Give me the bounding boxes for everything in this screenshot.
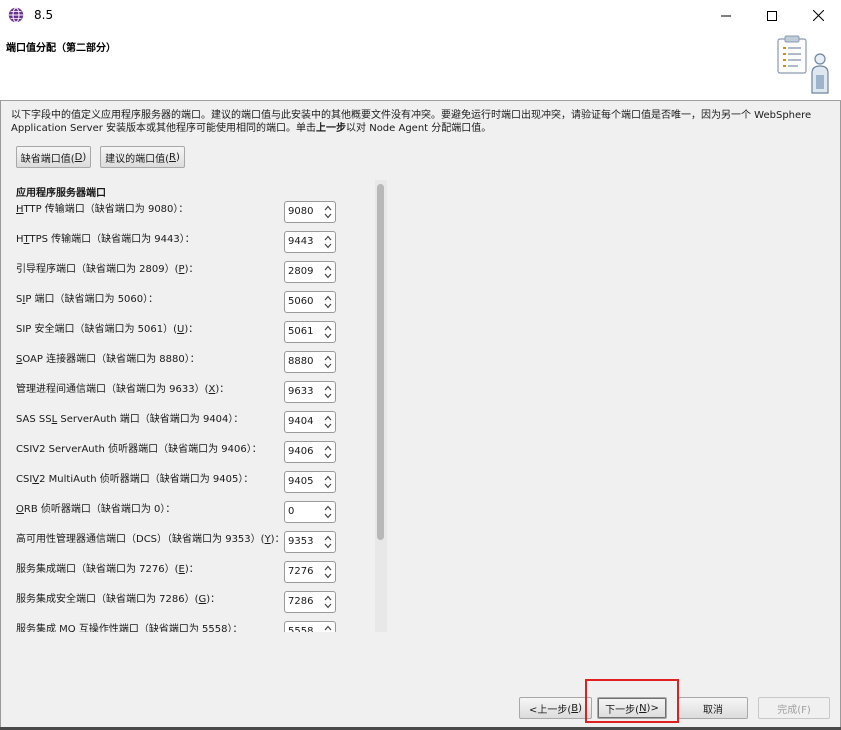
spinner-arrows-icon[interactable] bbox=[323, 323, 333, 341]
scrollbar-thumb[interactable] bbox=[377, 184, 384, 540]
spinner-arrows-icon[interactable] bbox=[323, 293, 333, 311]
port-label: SIP 端口（缺省端口为 5060）： bbox=[16, 294, 159, 305]
port-spinner[interactable]: 9080 bbox=[284, 201, 336, 223]
port-label: SAS SSL ServerAuth 端口（缺省端口为 9404）： bbox=[16, 414, 244, 425]
spinner-arrows-icon[interactable] bbox=[323, 593, 333, 611]
port-label: CSIV2 ServerAuth 侦听器端口（缺省端口为 9406）： bbox=[16, 444, 262, 455]
port-row: 引导程序端口（缺省端口为 2809）(P)： 2809 bbox=[0, 261, 372, 285]
port-value[interactable]: 0 bbox=[288, 506, 294, 517]
section-title: 应用程序服务器端口 bbox=[16, 188, 106, 199]
port-row: 服务集成安全端口（缺省端口为 7286）(G)： 7286 bbox=[0, 591, 372, 615]
port-spinner[interactable]: 9404 bbox=[284, 411, 336, 433]
title-bar: 8.5 bbox=[0, 0, 841, 31]
port-spinner[interactable]: 8880 bbox=[284, 351, 336, 373]
port-value[interactable]: 5060 bbox=[288, 296, 313, 307]
port-value[interactable]: 9404 bbox=[288, 416, 313, 427]
spinner-arrows-icon[interactable] bbox=[323, 383, 333, 401]
back-button[interactable]: <上一步(B) bbox=[519, 697, 592, 719]
port-value[interactable]: 2809 bbox=[288, 266, 313, 277]
port-label: 引导程序端口（缺省端口为 2809）(P)： bbox=[16, 264, 199, 275]
spinner-arrows-icon[interactable] bbox=[323, 623, 333, 632]
port-spinner[interactable]: 9405 bbox=[284, 471, 336, 493]
spinner-arrows-icon[interactable] bbox=[323, 533, 333, 551]
spinner-arrows-icon[interactable] bbox=[323, 263, 333, 281]
port-spinner[interactable]: 9443 bbox=[284, 231, 336, 253]
port-label: 服务集成 MQ 互操作性端口（缺省端口为 5558）： bbox=[16, 624, 243, 632]
close-icon bbox=[812, 10, 824, 21]
port-row: SIP 安全端口（缺省端口为 5061）(U)： 5061 bbox=[0, 321, 372, 345]
port-row: 服务集成 MQ 互操作性端口（缺省端口为 5558）： 5558 bbox=[0, 621, 372, 632]
port-spinner[interactable]: 5060 bbox=[284, 291, 336, 313]
port-spinner[interactable]: 2809 bbox=[284, 261, 336, 283]
wizard-header: 端口值分配（第二部分） bbox=[0, 31, 841, 101]
wizard-clipboard-person-icon bbox=[777, 35, 829, 94]
port-value[interactable]: 9633 bbox=[288, 386, 313, 397]
port-list: HTTP 传输端口（缺省端口为 9080）： 9080 HTTPS 传输端口（缺省端… bbox=[0, 198, 372, 632]
port-row: 服务集成端口（缺省端口为 7276）(E)： 7276 bbox=[0, 561, 372, 585]
spinner-arrows-icon[interactable] bbox=[323, 233, 333, 251]
port-spinner[interactable]: 5061 bbox=[284, 321, 336, 343]
port-row: 管理进程间通信端口（缺省端口为 9633）(X)： 9633 bbox=[0, 381, 372, 405]
port-value[interactable]: 7286 bbox=[288, 596, 313, 607]
port-label: 服务集成端口（缺省端口为 7276）(E)： bbox=[16, 564, 199, 575]
finish-button: 完成(F) bbox=[758, 697, 830, 719]
port-value[interactable]: 9443 bbox=[288, 236, 313, 247]
port-label: HTTPS 传输端口（缺省端口为 9443）： bbox=[16, 234, 195, 245]
port-spinner[interactable]: 9406 bbox=[284, 441, 336, 463]
maximize-icon bbox=[767, 10, 777, 21]
port-spinner[interactable]: 9633 bbox=[284, 381, 336, 403]
port-value[interactable]: 9405 bbox=[288, 476, 313, 487]
page-title: 端口值分配（第二部分） bbox=[6, 43, 116, 54]
cancel-button[interactable]: 取消 bbox=[678, 697, 748, 719]
port-row: SOAP 连接器端口（缺省端口为 8880）： 8880 bbox=[0, 351, 372, 375]
spinner-arrows-icon[interactable] bbox=[323, 203, 333, 221]
spinner-arrows-icon[interactable] bbox=[323, 473, 333, 491]
port-row: 高可用性管理器通信端口（DCS）（缺省端口为 9353）(Y)： 9353 bbox=[0, 531, 372, 555]
spinner-arrows-icon[interactable] bbox=[323, 443, 333, 461]
port-value[interactable]: 7276 bbox=[288, 566, 313, 577]
port-label: 管理进程间通信端口（缺省端口为 9633）(X)： bbox=[16, 384, 230, 395]
port-value[interactable]: 9080 bbox=[288, 206, 313, 217]
port-row: HTTPS 传输端口（缺省端口为 9443）： 9443 bbox=[0, 231, 372, 255]
port-label: SIP 安全端口（缺省端口为 5061）(U)： bbox=[16, 324, 199, 335]
port-row: CSIV2 ServerAuth 侦听器端口（缺省端口为 9406）： 9406 bbox=[0, 441, 372, 465]
port-row: HTTP 传输端口（缺省端口为 9080）： 9080 bbox=[0, 201, 372, 225]
maximize-button[interactable] bbox=[749, 0, 795, 31]
port-spinner[interactable]: 7276 bbox=[284, 561, 336, 583]
port-value[interactable]: 9406 bbox=[288, 446, 313, 457]
recommended-ports-button[interactable]: 建议的端口值(R) bbox=[100, 146, 185, 168]
page-description: 以下字段中的值定义应用程序服务器的端口。建议的端口值与此安装中的其他概要文件没有… bbox=[11, 110, 812, 134]
port-spinner[interactable]: 0 bbox=[284, 501, 336, 523]
port-label: 高可用性管理器通信端口（DCS）（缺省端口为 9353）(Y)： bbox=[16, 534, 285, 545]
port-row: ORB 侦听器端口（缺省端口为 0）： 0 bbox=[0, 501, 372, 525]
spinner-arrows-icon[interactable] bbox=[323, 563, 333, 581]
port-row: CSIV2 MultiAuth 侦听器端口（缺省端口为 9405）： 9405 bbox=[0, 471, 372, 495]
window-title: 8.5 bbox=[34, 8, 54, 22]
port-label: 服务集成安全端口（缺省端口为 7286）(G)： bbox=[16, 594, 221, 605]
spinner-arrows-icon[interactable] bbox=[323, 353, 333, 371]
next-button[interactable]: 下一步(N)> bbox=[597, 697, 667, 719]
websphere-globe-icon bbox=[8, 7, 24, 23]
minimize-icon bbox=[721, 15, 731, 16]
minimize-button[interactable] bbox=[703, 0, 749, 31]
close-button[interactable] bbox=[795, 0, 841, 31]
port-value[interactable]: 8880 bbox=[288, 356, 313, 367]
default-ports-button[interactable]: 缺省端口值(D) bbox=[16, 146, 91, 168]
port-value[interactable]: 5558 bbox=[288, 626, 313, 632]
spinner-arrows-icon[interactable] bbox=[323, 503, 333, 521]
port-value[interactable]: 5061 bbox=[288, 326, 313, 337]
port-label: CSIV2 MultiAuth 侦听器端口（缺省端口为 9405）： bbox=[16, 474, 254, 485]
port-row: SIP 端口（缺省端口为 5060）： 5060 bbox=[0, 291, 372, 315]
port-label: HTTP 传输端口（缺省端口为 9080）： bbox=[16, 204, 189, 215]
port-value[interactable]: 9353 bbox=[288, 536, 313, 547]
spinner-arrows-icon[interactable] bbox=[323, 413, 333, 431]
port-label: SOAP 连接器端口（缺省端口为 8880）： bbox=[16, 354, 200, 365]
port-spinner[interactable]: 7286 bbox=[284, 591, 336, 613]
port-label: ORB 侦听器端口（缺省端口为 0）： bbox=[16, 504, 176, 515]
port-row: SAS SSL ServerAuth 端口（缺省端口为 9404）： 9404 bbox=[0, 411, 372, 435]
port-spinner[interactable]: 5558 bbox=[284, 621, 336, 632]
port-spinner[interactable]: 9353 bbox=[284, 531, 336, 553]
